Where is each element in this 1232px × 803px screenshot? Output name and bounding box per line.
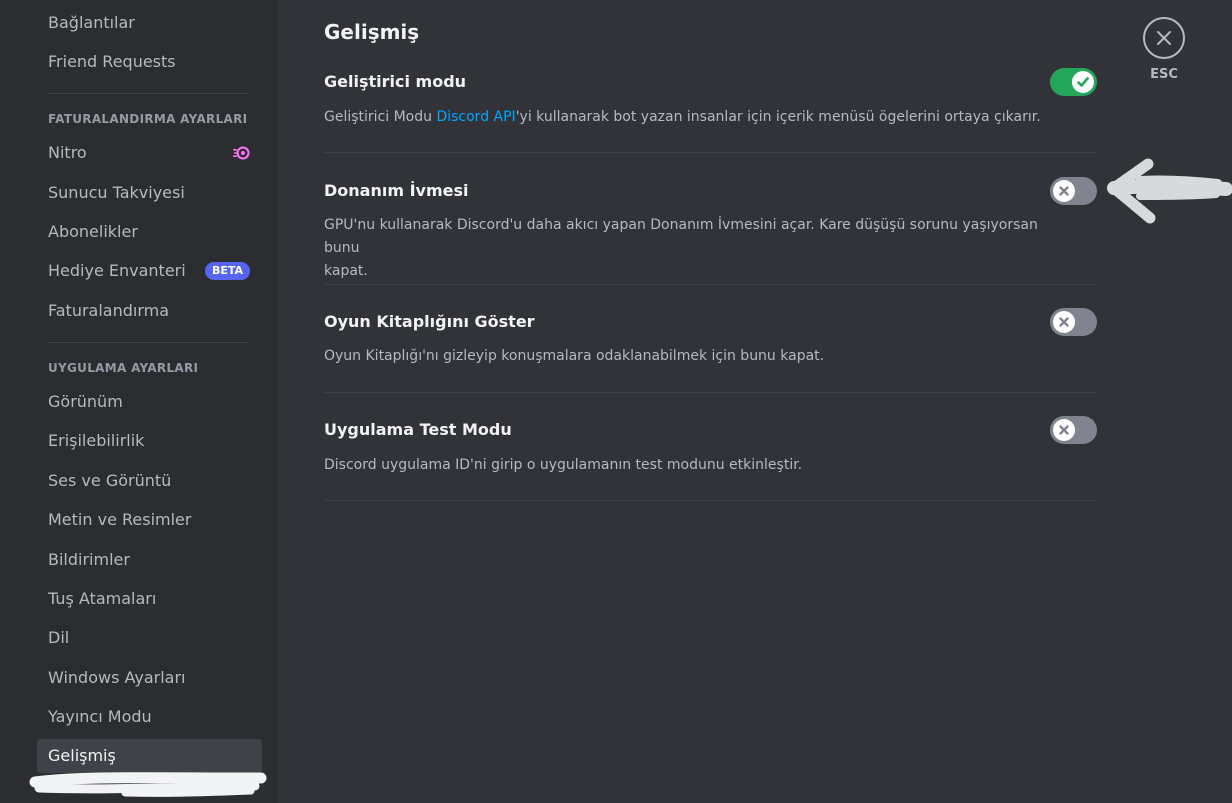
sidebar-item-streamer-mode[interactable]: Yayıncı Modu — [37, 700, 262, 734]
setting-description: Discord uygulama ID'ni girip o uygulaman… — [324, 457, 803, 473]
close-icon — [1157, 31, 1171, 45]
sidebar-divider — [48, 93, 249, 94]
sidebar-item-label: Erişilebilirlik — [48, 431, 145, 450]
sidebar-item-keybinds[interactable]: Tuş Atamaları — [37, 582, 262, 616]
description-line: kapat. — [324, 263, 368, 279]
annotation-arrow — [1107, 158, 1232, 224]
check-icon — [1077, 77, 1089, 87]
sidebar-divider — [48, 342, 249, 343]
description-text: 'yi kullanarak bot yazan insanlar için i… — [515, 109, 1041, 125]
setting-description: Geliştirici Modu Discord API'yi kullanar… — [324, 106, 1064, 129]
annotation-scribble — [29, 772, 267, 797]
sidebar-item-label: Metin ve Resimler — [48, 510, 192, 529]
sidebar-item-label: Bağlantılar — [48, 13, 135, 32]
sidebar-item-label: Tuş Atamaları — [48, 589, 157, 608]
sidebar-item-language[interactable]: Dil — [37, 621, 262, 655]
sidebar-item-billing[interactable]: Faturalandırma — [37, 294, 262, 328]
sidebar-item-label: Abonelikler — [48, 222, 138, 241]
beta-badge: BETA — [204, 262, 250, 280]
divider — [324, 500, 1097, 501]
setting-title-app-test-mode: Uygulama Test Modu — [324, 420, 512, 439]
x-icon — [1059, 425, 1069, 435]
toggle-knob — [1053, 180, 1075, 202]
settings-content: Gelişmiş Geliştirici modu Geliştirici Mo… — [324, 0, 1097, 803]
setting-title-hardware-acceleration: Donanım İvmesi — [324, 181, 469, 200]
hardware-acceleration-toggle[interactable] — [1050, 177, 1097, 205]
sidebar-item-label: Ses ve Görüntü — [48, 471, 172, 490]
toggle-knob — [1053, 419, 1075, 441]
sidebar-item-windows-settings[interactable]: Windows Ayarları — [37, 661, 262, 695]
x-icon — [1059, 317, 1069, 327]
show-game-library-toggle[interactable] — [1050, 308, 1097, 336]
sidebar-item-nitro[interactable]: Nitro — [37, 136, 262, 170]
description-line: GPU'nu kullanarak Discord'u daha akıcı y… — [324, 217, 1038, 256]
divider — [324, 152, 1097, 153]
setting-title-developer-mode: Geliştirici modu — [324, 72, 467, 91]
toggle-knob — [1072, 71, 1094, 93]
sidebar-item-notifications[interactable]: Bildirimler — [37, 543, 262, 577]
sidebar-item-accessibility[interactable]: Erişilebilirlik — [37, 424, 262, 458]
sidebar-item-connections[interactable]: Bağlantılar — [37, 6, 262, 40]
sidebar-item-voice-video[interactable]: Ses ve Görüntü — [37, 464, 262, 498]
divider — [324, 284, 1097, 285]
sidebar-item-label: Yayıncı Modu — [48, 707, 152, 726]
sidebar-item-label: Faturalandırma — [48, 301, 170, 320]
sidebar-item-label: Bildirimler — [48, 550, 130, 569]
sidebar-item-label: Görünüm — [48, 392, 123, 411]
description-text: Geliştirici Modu — [324, 109, 437, 125]
sidebar-item-label: Nitro — [48, 143, 87, 162]
nitro-icon — [233, 146, 250, 160]
sidebar-item-label: Dil — [48, 628, 70, 647]
sidebar-item-label: Hediye Envanteri — [48, 261, 186, 280]
sidebar-item-subscriptions[interactable]: Abonelikler — [37, 215, 262, 249]
setting-description: GPU'nu kullanarak Discord'u daha akıcı y… — [324, 214, 1064, 283]
sidebar-item-label: Sunucu Takviyesi — [48, 183, 185, 202]
sidebar-item-label: Gelişmiş — [48, 746, 116, 765]
sidebar-section-header-billing: FATURALANDIRMA AYARLARI — [48, 112, 248, 126]
sidebar-item-appearance[interactable]: Görünüm — [37, 385, 262, 419]
sidebar-item-friend-requests[interactable]: Friend Requests — [37, 45, 262, 79]
settings-sidebar: Bağlantılar Friend Requests FATURALANDIR… — [0, 0, 278, 803]
divider — [324, 392, 1097, 393]
page-title: Gelişmiş — [324, 20, 420, 44]
x-icon — [1059, 186, 1069, 196]
sidebar-item-label: Windows Ayarları — [48, 668, 186, 687]
setting-description: Oyun Kitaplığı'nı gizleyip konuşmalara o… — [324, 348, 825, 364]
sidebar-item-label: Friend Requests — [48, 52, 176, 71]
developer-mode-toggle[interactable] — [1050, 68, 1097, 96]
sidebar-item-gift-inventory[interactable]: Hediye Envanteri BETA — [37, 254, 262, 288]
discord-api-link[interactable]: Discord API — [436, 109, 515, 125]
close-button[interactable] — [1143, 17, 1185, 59]
app-test-mode-toggle[interactable] — [1050, 416, 1097, 444]
sidebar-section-header-app: UYGULAMA AYARLARI — [48, 361, 199, 375]
setting-title-show-game-library: Oyun Kitaplığını Göster — [324, 312, 535, 331]
esc-label: ESC — [1150, 67, 1178, 82]
toggle-knob — [1053, 311, 1075, 333]
sidebar-item-server-boost[interactable]: Sunucu Takviyesi — [37, 176, 262, 210]
sidebar-item-text-images[interactable]: Metin ve Resimler — [37, 503, 262, 537]
